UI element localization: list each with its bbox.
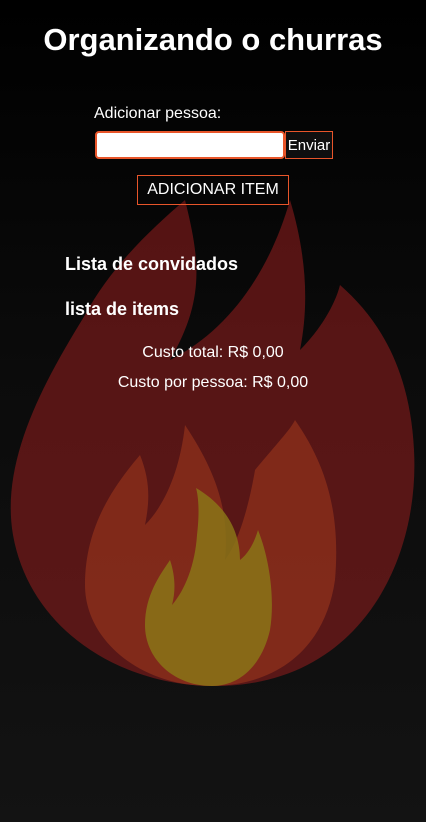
add-person-label: Adicionar pessoa:: [94, 105, 222, 122]
item-list-heading: lista de items: [65, 299, 180, 319]
total-cost-text: Custo total: R$ 0,00: [142, 344, 284, 361]
add-person-input[interactable]: [95, 131, 285, 159]
add-item-button[interactable]: ADICIONAR ITEM: [137, 175, 289, 205]
page-title: Organizando o churras: [43, 22, 383, 57]
app-container: Organizando o churras Adicionar pessoa: …: [0, 0, 426, 822]
guest-list-heading: Lista de convidados: [65, 254, 239, 274]
send-button[interactable]: Enviar: [285, 131, 333, 159]
cost-per-person-text: Custo por pessoa: R$ 0,00: [117, 374, 309, 391]
